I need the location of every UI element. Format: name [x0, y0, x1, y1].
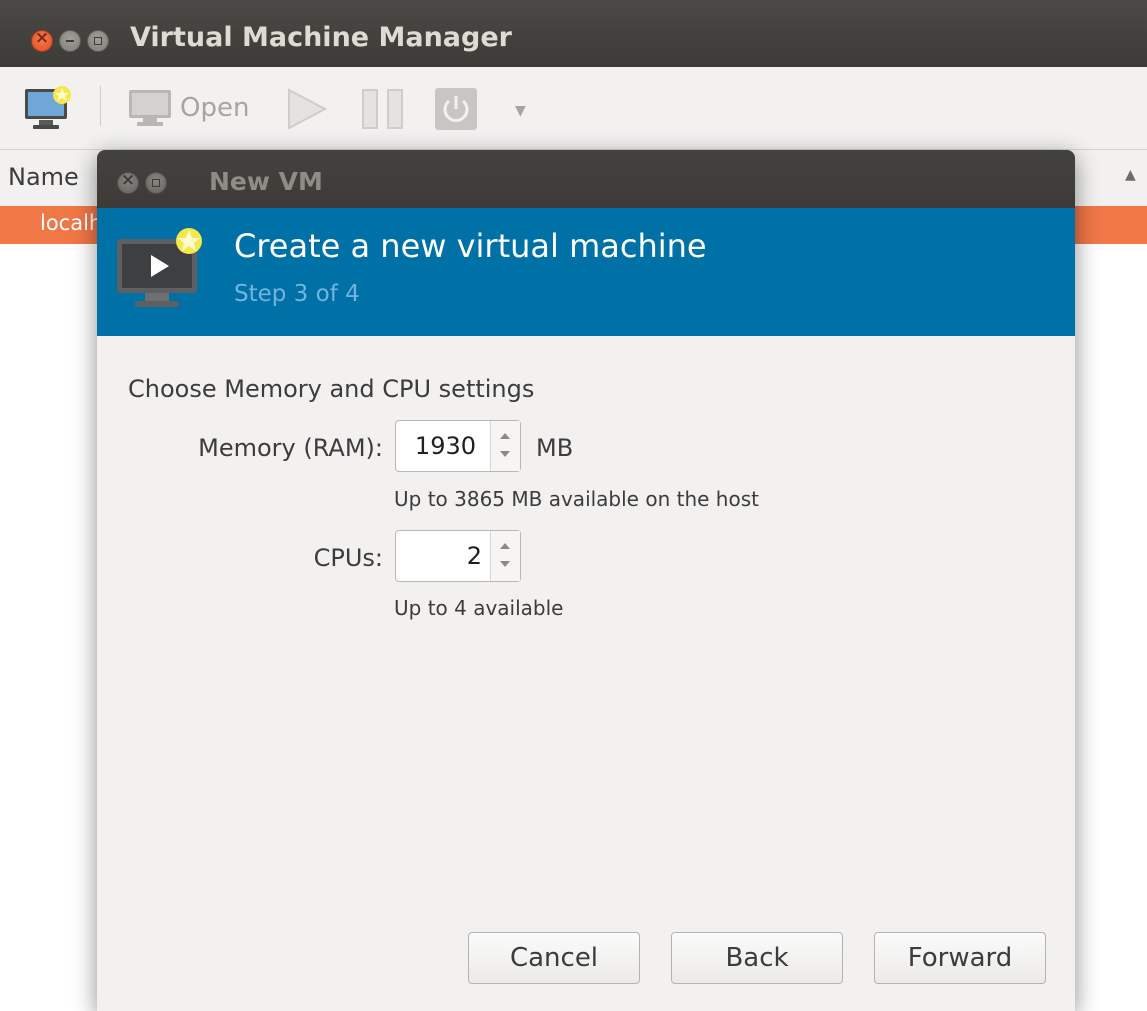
shutdown-dropdown-icon[interactable]: ▼: [515, 103, 526, 119]
sort-ascending-icon[interactable]: ▲: [1125, 167, 1136, 183]
monitor-icon: [129, 90, 171, 126]
power-icon[interactable]: [434, 87, 478, 131]
new-vm-icon[interactable]: [24, 86, 76, 132]
toolbar-separator: [100, 86, 101, 126]
increment-icon[interactable]: [500, 543, 510, 549]
window-close-icon[interactable]: [31, 28, 53, 52]
pause-icon[interactable]: [361, 88, 405, 130]
open-button-label: Open: [180, 93, 250, 123]
cpus-spinbox[interactable]: 2: [395, 530, 521, 582]
column-header-name[interactable]: Name: [8, 163, 79, 191]
decrement-icon[interactable]: [500, 451, 510, 457]
dialog-title: New VM: [209, 167, 323, 196]
main-titlebar: Virtual Machine Manager: [0, 0, 1147, 67]
cpus-stepper[interactable]: [490, 531, 520, 581]
cpus-value[interactable]: 2: [396, 531, 482, 581]
window-title: Virtual Machine Manager: [130, 22, 512, 53]
back-button[interactable]: Back: [671, 932, 843, 984]
cancel-button[interactable]: Cancel: [468, 932, 640, 984]
window-maximize-icon[interactable]: [87, 30, 109, 52]
forward-button[interactable]: Forward: [874, 932, 1046, 984]
dialog-titlebar: New VM: [97, 150, 1075, 208]
memory-spinbox[interactable]: 1930: [395, 420, 521, 472]
open-button[interactable]: Open: [128, 86, 249, 130]
dialog-maximize-icon[interactable]: [145, 172, 167, 194]
play-icon[interactable]: [287, 88, 327, 130]
decrement-icon[interactable]: [500, 561, 510, 567]
new-vm-dialog: New VM: [97, 150, 1075, 1011]
memory-value[interactable]: 1930: [396, 421, 476, 471]
dialog-close-icon[interactable]: [117, 170, 139, 194]
memory-stepper[interactable]: [490, 421, 520, 471]
increment-icon[interactable]: [500, 433, 510, 439]
window-minimize-icon[interactable]: [59, 30, 81, 52]
